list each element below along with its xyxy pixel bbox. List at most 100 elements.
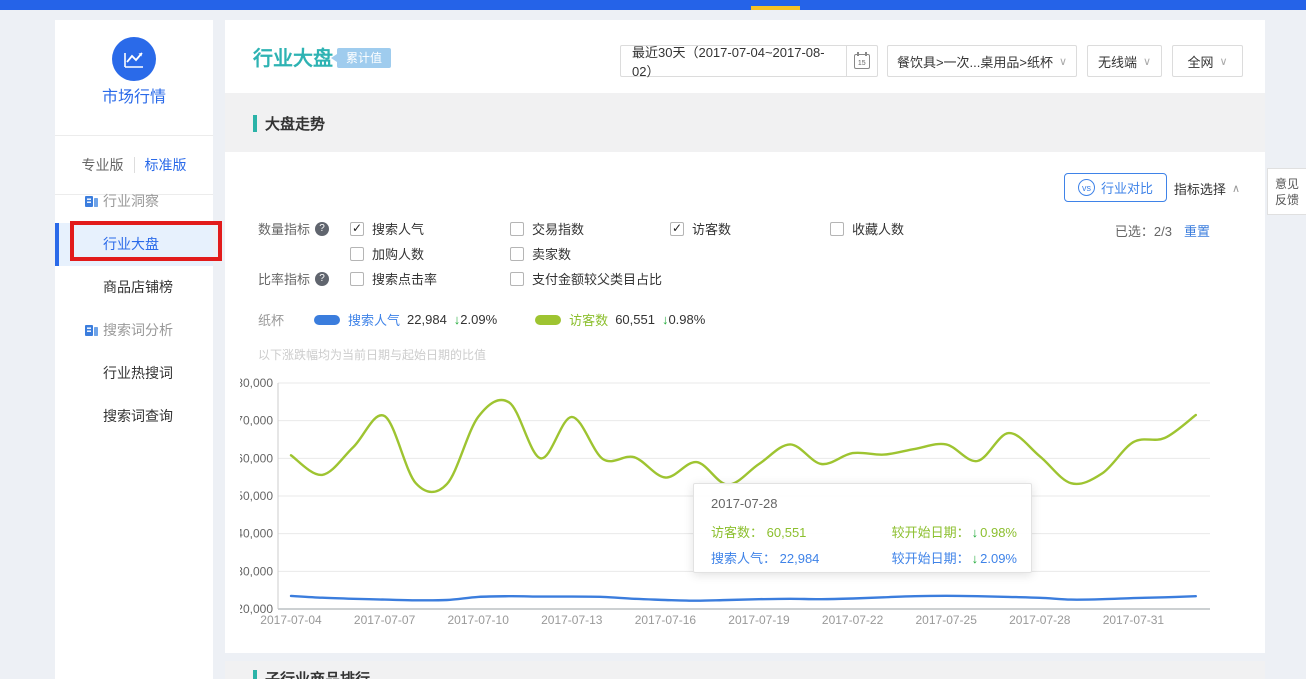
checkbox-add-cart-count[interactable]: 加购人数	[350, 244, 510, 263]
legend-item-visitors[interactable]: 访客数 60,551 ↓ 0.98%	[535, 310, 705, 329]
trend-chart-glyph	[122, 47, 146, 71]
checkbox-label: 搜索人气	[372, 219, 424, 238]
device-value: 无线端	[1098, 52, 1137, 71]
sidebar-nav: 行业洞察行业大盘商品店铺榜搜索词分析行业热搜词搜索词查询	[55, 180, 213, 438]
trend-chart-panel: vs 行业对比 指标选择 ∧ 已选：2/3 重置 数量指标?搜索人气交易指数访客…	[225, 152, 1265, 653]
visitors-line	[291, 400, 1196, 492]
x-tick-label: 2017-07-10	[448, 613, 510, 627]
legend-name: 访客数	[569, 310, 608, 329]
y-tick-label: 80,000	[240, 376, 273, 390]
cumulative-badge: 累计值	[337, 48, 391, 68]
checkbox-search-popularity[interactable]: 搜索人气	[350, 219, 510, 238]
y-tick-label: 30,000	[240, 564, 273, 578]
checkbox-box[interactable]	[350, 222, 364, 236]
page: 市场行情 专业版 标准版 行业洞察 行业大盘商品店铺榜搜索词分析行业热搜词搜索词查…	[0, 0, 1306, 679]
checkbox-box[interactable]	[510, 247, 524, 261]
checkbox-box[interactable]	[510, 222, 524, 236]
sidebar-item-label: 商品店铺榜	[103, 279, 173, 295]
search-popularity-line	[291, 596, 1196, 601]
x-tick-label: 2017-07-25	[916, 613, 978, 627]
checkbox-label: 卖家数	[532, 244, 571, 263]
metric-selector-toggle[interactable]: 指标选择 ∧	[1174, 179, 1240, 198]
next-section-band: 子行业商品排行	[225, 661, 1265, 679]
checkbox-box[interactable]	[670, 222, 684, 236]
section-accent-bar	[253, 115, 257, 132]
section-accent-bar	[253, 670, 257, 679]
checkbox-favorite-count[interactable]: 收藏人数	[830, 219, 990, 238]
sidebar-item-product-shop-rank[interactable]: 商品店铺榜	[55, 266, 213, 309]
calendar-button[interactable]: 15	[846, 45, 877, 77]
calendar-icon: 15	[854, 54, 870, 69]
legend-change: 2.09%	[460, 312, 497, 327]
checkbox-label: 访客数	[692, 219, 731, 238]
sidebar-item-industry-hot-search[interactable]: 行业热搜词	[55, 352, 213, 395]
tooltip-row-search: 搜索人气： 22,984 较开始日期：↓2.09%	[711, 548, 1017, 567]
y-tick-label: 40,000	[240, 527, 273, 541]
x-tick-label: 2017-07-22	[822, 613, 884, 627]
sidebar-item-search-word-analysis[interactable]: 搜索词分析	[55, 309, 213, 352]
tab-standard-version[interactable]: 标准版	[145, 155, 187, 175]
annotation-highlight-box	[70, 221, 222, 261]
device-dropdown[interactable]: 无线端	[1087, 45, 1162, 77]
checkbox-box[interactable]	[830, 222, 844, 236]
checkbox-label: 加购人数	[372, 244, 424, 263]
sidebar-title: 市场行情	[55, 83, 213, 107]
down-arrow-icon: ↓	[972, 551, 979, 566]
sidebar: 市场行情 专业版 标准版 行业洞察行业大盘商品店铺榜搜索词分析行业热搜词搜索词查…	[55, 20, 213, 679]
page-title: 行业大盘	[253, 42, 333, 71]
category-book-icon	[84, 194, 99, 208]
metric-checkbox-grid: 数量指标?搜索人气交易指数访客数收藏人数加购人数卖家数比率指标?搜索点击率支付金…	[258, 216, 990, 291]
tab-pro-version[interactable]: 专业版	[82, 155, 124, 175]
y-tick-label: 50,000	[240, 489, 273, 503]
content-header: 行业大盘 累计值 最近30天（2017-07-04~2017-08-02） 15…	[225, 20, 1265, 93]
industry-compare-button[interactable]: vs 行业对比	[1064, 173, 1167, 202]
metric-row: 比率指标? 搜索点击率 支付金额较父类目占比	[258, 266, 990, 291]
market-trend-logo-icon	[112, 37, 156, 81]
checkbox-seller-count[interactable]: 卖家数	[510, 244, 670, 263]
checkbox-label: 搜索点击率	[372, 269, 437, 288]
reset-link[interactable]: 重置	[1184, 221, 1210, 240]
metric-row: 数量指标?搜索人气交易指数访客数收藏人数	[258, 216, 990, 241]
legend-change: 0.98%	[668, 312, 705, 327]
selected-count: 已选：2/3	[1115, 221, 1172, 240]
checkbox-label: 交易指数	[532, 219, 584, 238]
help-icon[interactable]: ?	[315, 222, 329, 236]
chart-note: 以下涨跌幅均为当前日期与起始日期的比值	[258, 346, 486, 363]
checkbox-transaction-index[interactable]: 交易指数	[510, 219, 670, 238]
x-tick-label: 2017-07-31	[1103, 613, 1165, 627]
checkbox-search-click-rate[interactable]: 搜索点击率	[350, 269, 510, 288]
checkbox-box[interactable]	[350, 272, 364, 286]
legend-pill-blue	[314, 315, 340, 325]
sidebar-item-label: 搜索词分析	[103, 322, 173, 338]
sidebar-item-label: 搜索词查询	[103, 408, 173, 424]
checkbox-visitor-count[interactable]: 访客数	[670, 219, 830, 238]
checkbox-box[interactable]	[510, 272, 524, 286]
legend-name: 搜索人气	[348, 310, 400, 329]
chart-tooltip: 2017-07-28 访客数： 60,551 较开始日期：↓0.98% 搜索人气…	[693, 483, 1032, 573]
category-dropdown[interactable]: 餐饮具>一次...桌用品>纸杯	[887, 45, 1077, 77]
section-title: 大盘走势	[265, 113, 325, 134]
chevron-up-icon: ∧	[1232, 182, 1240, 195]
legend-pill-green	[535, 315, 561, 325]
x-tick-label: 2017-07-28	[1009, 613, 1071, 627]
checkbox-box[interactable]	[350, 247, 364, 261]
feedback-label: 意见反馈	[1275, 176, 1299, 208]
sidebar-item-industry-insight[interactable]: 行业洞察	[55, 180, 213, 223]
help-icon[interactable]: ?	[315, 272, 329, 286]
sidebar-item-search-word-query[interactable]: 搜索词查询	[55, 395, 213, 438]
scope-dropdown[interactable]: 全网	[1172, 45, 1243, 77]
metric-selector-label: 指标选择	[1174, 179, 1226, 198]
legend-item-search-popularity[interactable]: 搜索人气 22,984 ↓ 2.09%	[314, 310, 497, 329]
checkbox-label: 支付金额较父类目占比	[532, 269, 662, 288]
checkbox-label: 收藏人数	[852, 219, 904, 238]
feedback-tab[interactable]: 意见反馈	[1267, 168, 1306, 215]
checkbox-payment-ratio-parent-category[interactable]: 支付金额较父类目占比	[510, 269, 670, 288]
metric-group-label: 比率指标?	[258, 269, 350, 288]
section-band: 大盘走势	[225, 93, 1265, 152]
top-nav-bar	[0, 0, 1306, 10]
date-range-selector[interactable]: 最近30天（2017-07-04~2017-08-02） 15	[620, 45, 878, 77]
top-nav-active-indicator	[751, 6, 800, 10]
industry-compare-label: 行业对比	[1101, 178, 1153, 197]
scope-value: 全网	[1187, 52, 1213, 71]
tab-divider	[134, 157, 135, 173]
